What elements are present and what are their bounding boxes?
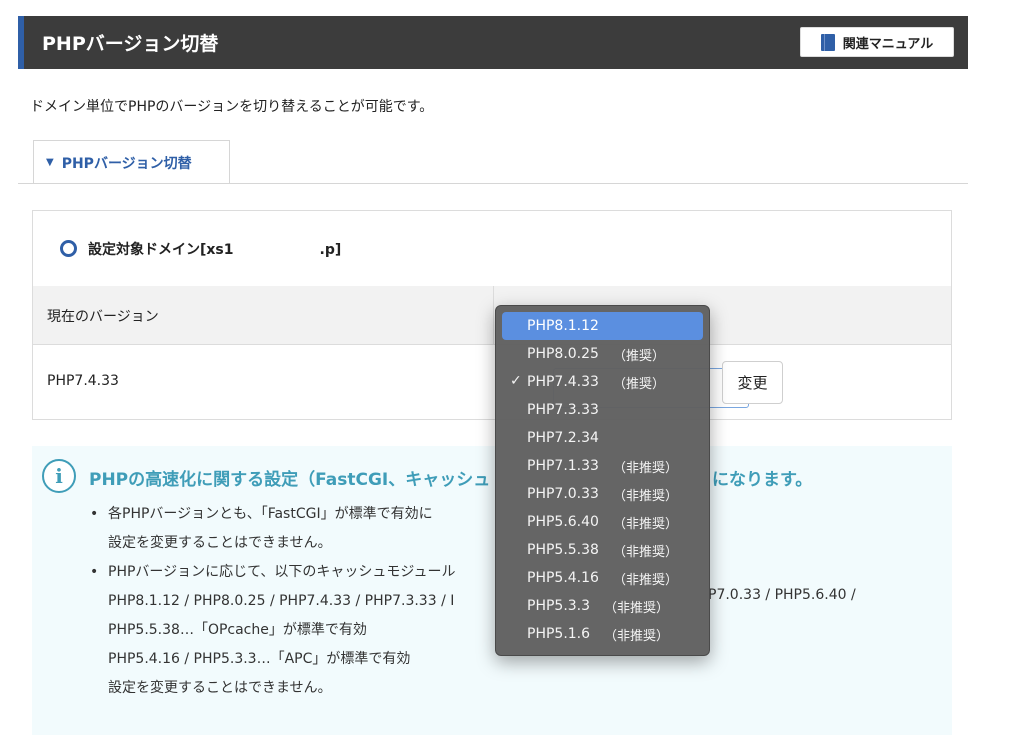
target-domain-prefix: 設定対象ドメイン[xs1: [88, 242, 234, 258]
list-item: • PHPバージョンに応じて、以下のキャッシュモジュール: [90, 564, 456, 580]
dropdown-option-tag: （非推奨）: [612, 460, 678, 476]
table-header-row: 現在のバージョン: [33, 286, 951, 345]
chevron-down-icon: ▼: [46, 157, 54, 168]
dropdown-option-label: PHP5.4.16: [527, 570, 599, 586]
checkmark-icon: ✓: [510, 373, 522, 389]
dropdown-option[interactable]: PHP7.0.33 （非推奨）: [502, 480, 703, 508]
dropdown-option-label: PHP7.2.34: [527, 430, 599, 446]
dropdown-option[interactable]: PHP5.1.6 （非推奨）: [502, 620, 703, 648]
dropdown-option-label: PHP5.5.38: [527, 542, 599, 558]
info-title-tail: になります。: [712, 470, 813, 490]
dropdown-option-tag: （推奨）: [612, 376, 665, 392]
radio-indicator-icon: [60, 240, 77, 257]
dropdown-option-tag: （非推奨）: [604, 628, 670, 644]
dropdown-option[interactable]: PHP7.1.33 （非推奨）: [502, 452, 703, 480]
book-icon: [820, 33, 835, 51]
column-current-version: 現在のバージョン: [47, 309, 159, 325]
change-button[interactable]: 変更: [722, 361, 783, 404]
target-domain-label: 設定対象ドメイン[xs1 .p]: [88, 239, 341, 259]
dropdown-option-label: PHP8.1.12: [527, 318, 599, 334]
page-description: ドメイン単位でPHPのバージョンを切り替えることが可能です。: [30, 99, 434, 115]
info-line-2: 設定を変更することはできません。: [108, 535, 332, 551]
column-divider: [493, 286, 494, 344]
dropdown-option-label: PHP8.0.25: [527, 346, 599, 362]
dropdown-option[interactable]: PHP7.2.34: [502, 424, 703, 452]
info-line-3: PHPバージョンに応じて、以下のキャッシュモジュール: [108, 564, 456, 580]
info-line-6: PHP5.4.16 / PHP5.3.3…「APC」が標準で有効: [108, 651, 411, 667]
dropdown-option-tag: （非推奨）: [612, 488, 678, 504]
dropdown-option-tag: （非推奨）: [612, 516, 678, 532]
domain-row: 設定対象ドメイン[xs1 .p]: [33, 211, 951, 287]
dropdown-option-label: PHP7.1.33: [527, 458, 599, 474]
dropdown-option-tag: （推奨）: [612, 348, 665, 364]
dropdown-option-label: PHP7.4.33: [527, 374, 599, 390]
dropdown-option-label: PHP7.3.33: [527, 402, 599, 418]
related-manual-label: 関連マニュアル: [842, 36, 934, 52]
info-title: PHPの高速化に関する設定（FastCGI、キャッシュ: [89, 470, 491, 490]
php-version-dropdown[interactable]: PHP8.1.12 PHP8.0.25 （推奨） ✓ PHP7.4.33 （推奨） PHP7…: [495, 305, 710, 656]
dropdown-option[interactable]: PHP5.5.38 （非推奨）: [502, 536, 703, 564]
dropdown-option-tag: （非推奨）: [612, 572, 678, 588]
related-manual-button[interactable]: 関連マニュアル: [800, 27, 954, 57]
dropdown-option[interactable]: PHP8.1.12: [502, 312, 703, 340]
dropdown-option-label: PHP5.6.40: [527, 514, 599, 530]
dropdown-option[interactable]: PHP5.6.40 （非推奨）: [502, 508, 703, 536]
info-line-4-tail: P7.0.33 / PHP5.6.40 /: [708, 587, 856, 603]
info-box: i PHPの高速化に関する設定（FastCGI、キャッシュ になります。 • 各P…: [32, 446, 952, 735]
dropdown-option-label: PHP5.1.6: [527, 626, 591, 642]
dropdown-option-label: PHP5.3.3: [527, 598, 591, 614]
dropdown-option-tag: （非推奨）: [612, 544, 678, 560]
info-line-1: 各PHPバージョンとも、「FastCGI」が標準で有効に: [108, 506, 433, 522]
info-icon: i: [42, 459, 76, 493]
dropdown-option[interactable]: PHP5.4.16 （非推奨）: [502, 564, 703, 592]
tab-php-version-switch[interactable]: ▼ PHPバージョン切替: [33, 140, 230, 184]
tab-divider: [18, 183, 968, 184]
tab-label: PHPバージョン切替: [61, 155, 192, 172]
dropdown-option-tag: （非推奨）: [604, 600, 670, 616]
target-domain-suffix: .p]: [319, 242, 342, 258]
dropdown-option[interactable]: ✓ PHP7.4.33 （推奨）: [502, 368, 703, 396]
page-header: PHPバージョン切替 関連マニュアル: [18, 16, 968, 69]
dropdown-option-label: PHP7.0.33: [527, 486, 599, 502]
info-list: • 各PHPバージョンとも、「FastCGI」が標準で有効に 設定を変更することは…: [90, 500, 455, 703]
info-line-4: PHP8.1.12 / PHP8.0.25 / PHP7.4.33 / PHP7…: [108, 593, 455, 609]
table-row: PHP7.4.33: [33, 345, 951, 419]
dropdown-option[interactable]: PHP7.3.33: [502, 396, 703, 424]
dropdown-list: PHP8.1.12 PHP8.0.25 （推奨） ✓ PHP7.4.33 （推奨） PHP7…: [496, 312, 709, 648]
info-line-5: PHP5.5.38…「OPcache」が標準で有効: [108, 622, 367, 638]
current-version-value: PHP7.4.33: [47, 373, 119, 389]
settings-panel: 設定対象ドメイン[xs1.p] 現在のバージョン PHP7.4.33 ⌄: [32, 210, 952, 420]
list-item: • 各PHPバージョンとも、「FastCGI」が標準で有効に: [90, 506, 433, 522]
dropdown-option[interactable]: PHP8.0.25 （推奨）: [502, 340, 703, 368]
page-title: PHPバージョン切替: [42, 33, 219, 55]
info-line-7: 設定を変更することはできません。: [108, 680, 332, 696]
dropdown-option[interactable]: PHP5.3.3 （非推奨）: [502, 592, 703, 620]
